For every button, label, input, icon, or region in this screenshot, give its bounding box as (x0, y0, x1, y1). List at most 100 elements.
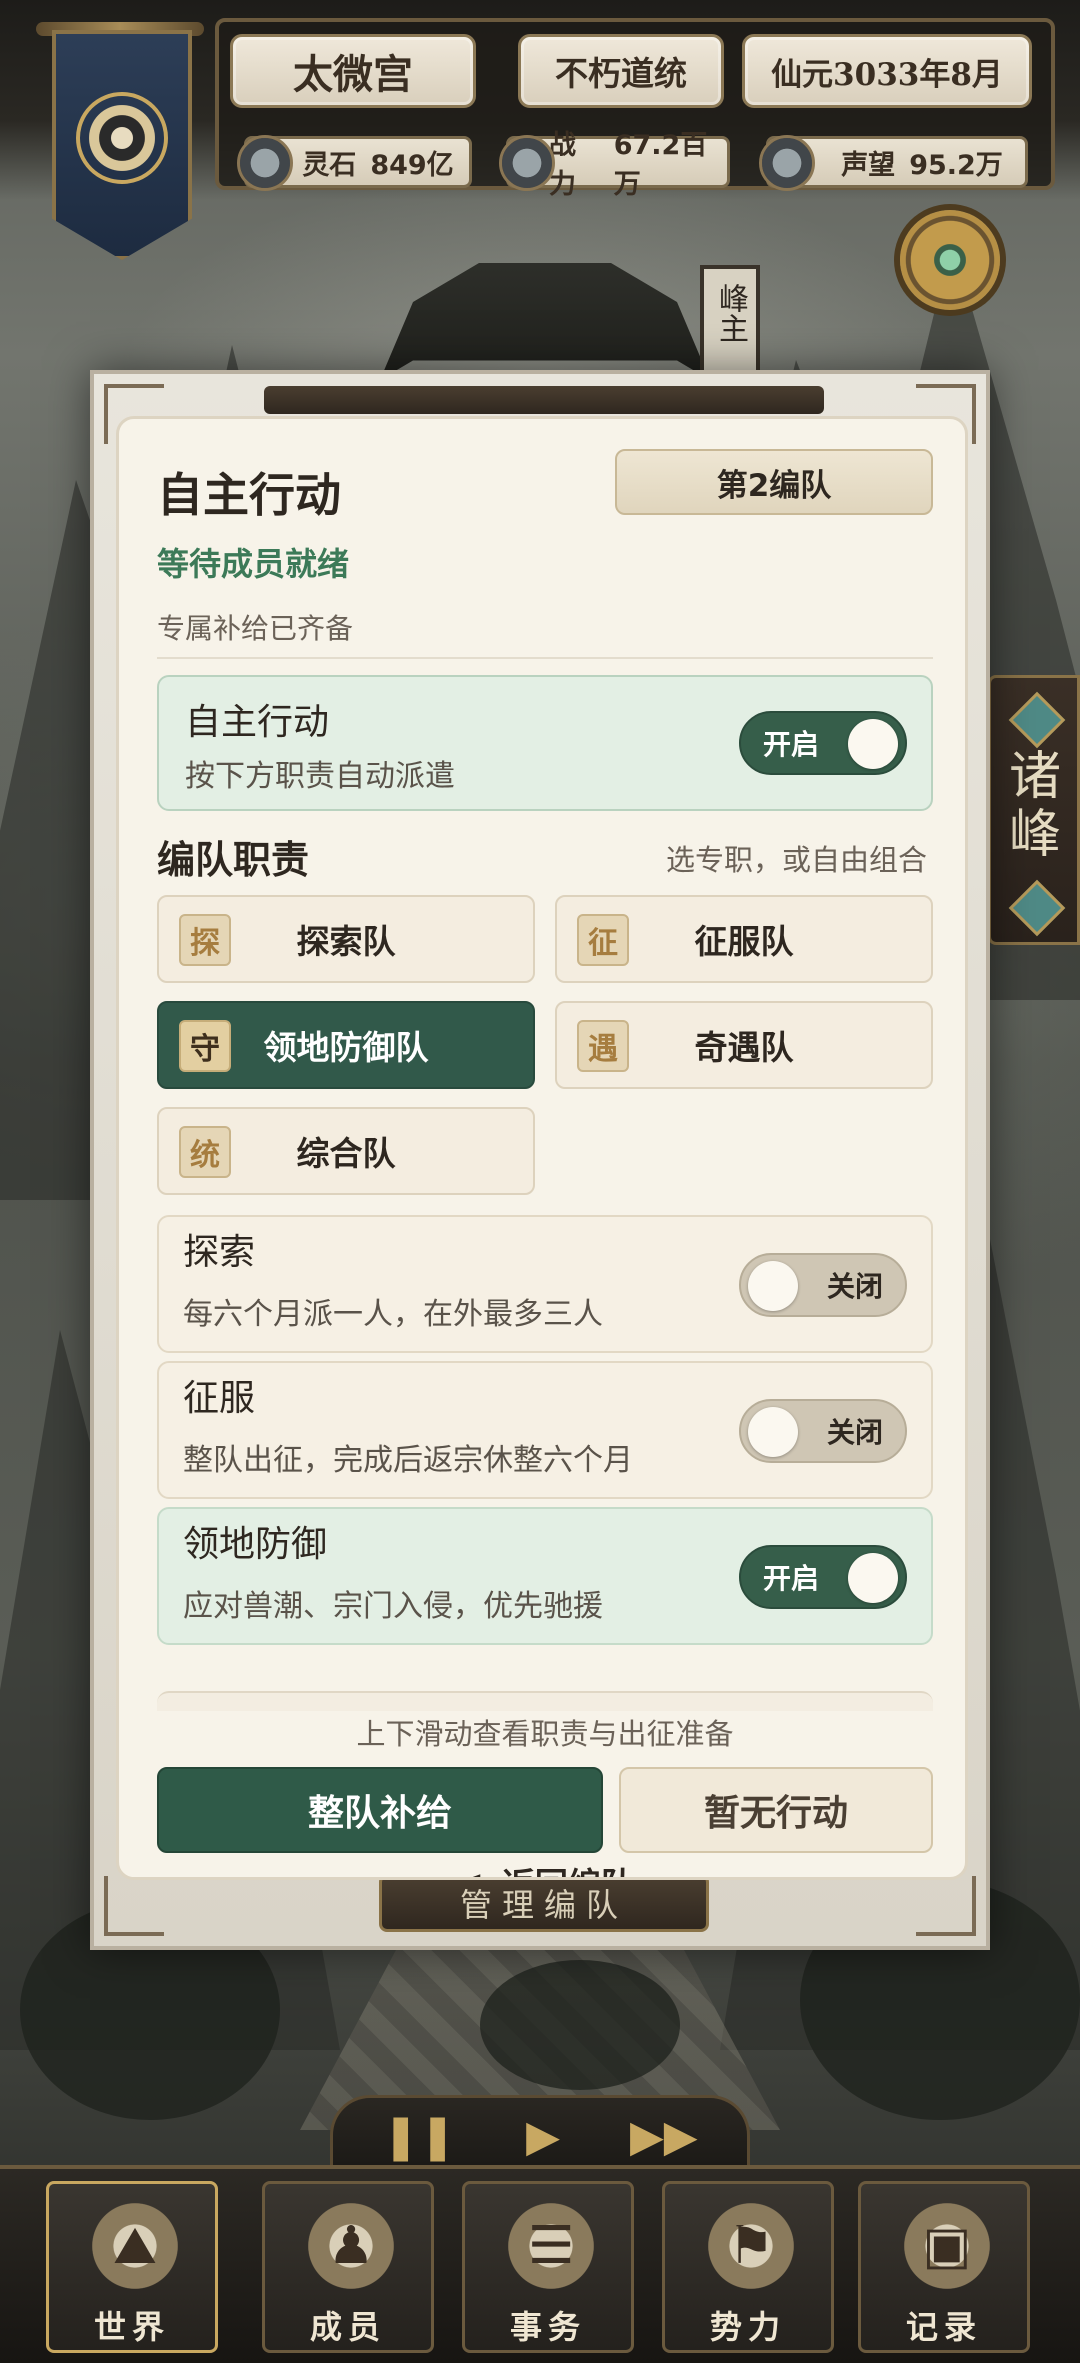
no-action-button[interactable]: 暂无行动 (619, 1767, 933, 1853)
book-icon: ▣ (897, 2196, 997, 2296)
frame-corner (104, 1876, 164, 1936)
auto-action-subtitle: 按下方职责自动派遣 (185, 759, 455, 794)
gem-icon (1008, 879, 1066, 937)
toggle-label: 关闭 (826, 1270, 883, 1303)
duty-label: 综合队 (296, 1134, 396, 1173)
role-card-explore: 探索 每六个月派一人，在外最多三人 关闭 (157, 1215, 933, 1353)
duty-badge: 征 (577, 914, 629, 966)
role-desc: 整队出征，完成后返宗休整六个月 (183, 1443, 633, 1478)
resource-value: 95.2万 (909, 149, 1003, 181)
nav-label: 势力 (709, 2308, 786, 2346)
role-title: 探索 (183, 1232, 256, 1273)
divider (157, 657, 933, 659)
role-title: 领地防御 (183, 1524, 328, 1565)
back-to-team-button[interactable]: < 返回编队 (119, 1858, 965, 1878)
nav-world[interactable]: ⛰ 世界 (46, 2181, 218, 2353)
resource-value: 849亿 (370, 149, 454, 181)
duty-badge: 守 (179, 1020, 231, 1072)
duties-title: 编队职责 (157, 838, 310, 882)
toggle-knob (848, 1553, 898, 1603)
supply-note: 专属补给已齐备 (157, 612, 354, 645)
scroll-hint: 上下滑动查看职责与出征准备 (356, 1717, 734, 1751)
team-status: 等待成员就绪 (157, 545, 350, 583)
pillar-text: 峰主 (713, 283, 748, 343)
resource-label: 声望 (841, 149, 896, 181)
member-icon: ♟ (301, 2196, 401, 2296)
autonomous-action-modal: 管理编队 自主行动 第2编队 等待成员就绪 专属补给已齐备 自主行动 按下方职责… (90, 370, 990, 1950)
scroll-icon: ☰ (501, 2196, 601, 2296)
spirit-stone-icon (237, 135, 293, 191)
duties-hint: 选专职，或自由组合 (665, 843, 927, 877)
bottom-nav: ⛰ 世界 ♟ 成员 ☰ 事务 ⚑ 势力 ▣ 记录 (0, 2165, 1080, 2363)
role-desc: 每六个月派一人，在外最多三人 (183, 1297, 603, 1332)
nav-label: 世界 (93, 2308, 170, 2346)
nav-records[interactable]: ▣ 记录 (858, 2181, 1030, 2353)
nav-label: 事务 (509, 2308, 586, 2346)
duty-adventure[interactable]: 遇 奇遇队 (555, 1001, 933, 1089)
duty-label: 领地防御队 (263, 1028, 429, 1067)
play-icon[interactable]: ▶ (526, 2111, 560, 2162)
auto-action-toggle[interactable]: 开启 (739, 711, 907, 775)
nav-members[interactable]: ♟ 成员 (262, 2181, 434, 2353)
duty-conquest[interactable]: 征 征服队 (555, 895, 933, 983)
toggle-label: 开启 (763, 1562, 820, 1595)
header-plate (264, 386, 824, 414)
fast-forward-icon[interactable]: ▶▶ (630, 2111, 698, 2162)
back-label: 返回编队 (502, 1858, 634, 1877)
resource-value: 67.2百万 (613, 130, 708, 200)
conquest-toggle[interactable]: 关闭 (739, 1399, 907, 1463)
nav-label: 成员 (309, 2308, 386, 2346)
toggle-knob (748, 1261, 798, 1311)
nav-label: 记录 (905, 2308, 982, 2346)
gem-icon (1008, 691, 1066, 749)
toggle-label: 开启 (763, 728, 820, 761)
lineage-plaque[interactable]: 不朽道统 (518, 34, 724, 108)
temple-roof (380, 263, 710, 380)
duty-badge: 统 (179, 1126, 231, 1178)
explore-toggle[interactable]: 关闭 (739, 1253, 907, 1317)
nav-factions[interactable]: ⚑ 势力 (662, 2181, 834, 2353)
duty-explore[interactable]: 探 探索队 (157, 895, 535, 983)
toggle-label: 关闭 (826, 1416, 883, 1449)
resource-reputation[interactable]: 声望 95.2万 (759, 135, 1028, 191)
pause-icon[interactable]: ❚❚ (382, 2111, 456, 2162)
frame-corner (916, 1876, 976, 1936)
next-role-card-peek (157, 1691, 933, 1711)
duty-label: 奇遇队 (694, 1028, 794, 1067)
tree (480, 1960, 680, 2090)
resource-spirit-stone[interactable]: 灵石 849亿 (237, 135, 472, 191)
auto-action-title: 自主行动 (185, 702, 330, 743)
side-tab-peaks[interactable]: 诸峰 (988, 675, 1080, 945)
resource-label: 战力 (549, 130, 576, 200)
toggle-knob (748, 1407, 798, 1457)
chevron-left-icon: < (456, 1863, 484, 1878)
duty-territory-defense[interactable]: 守 领地防御队 (157, 1001, 535, 1089)
auto-action-card: 自主行动 按下方职责自动派遣 开启 (157, 675, 933, 811)
resource-combat-power[interactable]: 战力 67.2百万 (499, 130, 730, 200)
world-icon: ⛰ (85, 2196, 185, 2296)
reputation-icon (759, 135, 815, 191)
territory-defense-toggle[interactable]: 开启 (739, 1545, 907, 1609)
role-card-conquest: 征服 整队出征，完成后返宗休整六个月 关闭 (157, 1361, 933, 1499)
resource-label: 灵石 (302, 149, 357, 181)
duty-badge: 遇 (577, 1020, 629, 1072)
side-tab-label: 诸峰 (1009, 747, 1062, 865)
team-select-button[interactable]: 第2编队 (615, 449, 933, 515)
team-supply-button[interactable]: 整队补给 (157, 1767, 603, 1853)
banner-icon: ⚑ (701, 2196, 801, 2296)
duty-label: 探索队 (296, 922, 396, 961)
role-card-territory-defense: 领地防御 应对兽潮、宗门入侵，优先驰援 开启 (157, 1507, 933, 1645)
role-desc: 应对兽潮、宗门入侵，优先驰援 (183, 1589, 603, 1624)
modal-panel: 自主行动 第2编队 等待成员就绪 专属补给已齐备 自主行动 按下方职责自动派遣 … (116, 416, 968, 1880)
role-title: 征服 (183, 1378, 256, 1419)
toggle-knob (848, 719, 898, 769)
nav-affairs[interactable]: ☰ 事务 (462, 2181, 634, 2353)
modal-title: 自主行动 (157, 468, 341, 522)
date-plaque: 仙元3033年8月 (742, 34, 1032, 108)
duty-badge: 探 (179, 914, 231, 966)
sword-icon (499, 135, 555, 191)
sect-name-plaque[interactable]: 太微宫 (230, 34, 476, 108)
settings-gear-icon[interactable] (900, 210, 1000, 310)
duty-general[interactable]: 统 综合队 (157, 1107, 535, 1195)
duty-label: 征服队 (694, 922, 794, 961)
